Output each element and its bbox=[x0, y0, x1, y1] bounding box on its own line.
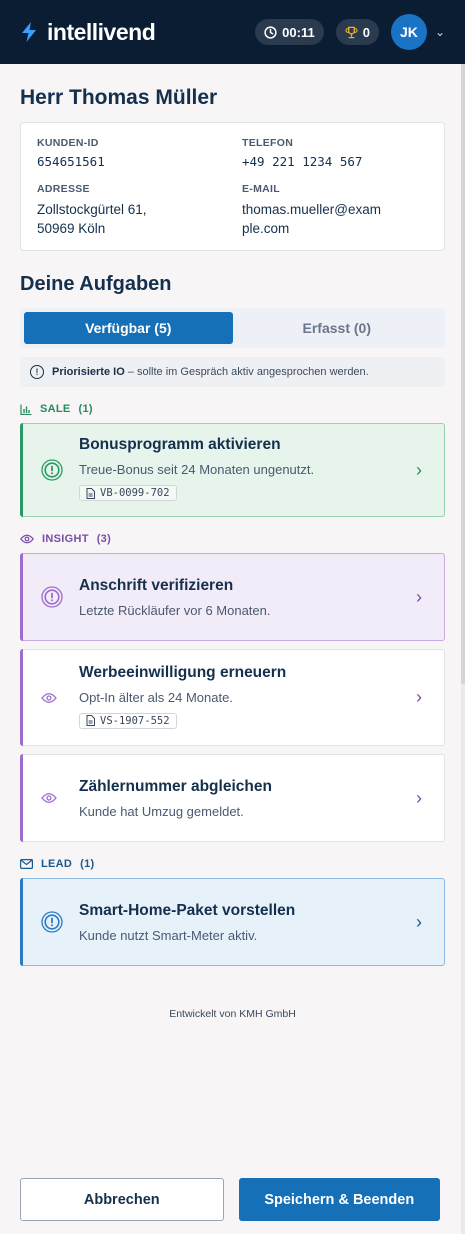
chevron-right-icon: › bbox=[416, 787, 422, 808]
brand-name: intellivend bbox=[47, 18, 156, 45]
trophy-icon bbox=[345, 26, 358, 38]
task-title: Smart-Home-Paket vorstellen bbox=[79, 901, 296, 919]
group-header-insight: INSIGHT (3) bbox=[20, 533, 445, 545]
main-content: Herr Thomas Müller KUNDEN-ID 654651561 T… bbox=[0, 64, 465, 1020]
top-bar: intellivend 00:11 0 JK ⌄ bbox=[0, 0, 465, 64]
brand-logo[interactable]: intellivend bbox=[20, 18, 156, 46]
document-icon bbox=[86, 487, 95, 499]
bar-chart-icon bbox=[20, 404, 32, 415]
envelope-icon bbox=[20, 859, 33, 869]
customer-name: Herr Thomas Müller bbox=[20, 86, 218, 109]
task-card-anschrift[interactable]: Anschrift verifizieren Letzte Rückläufer… bbox=[20, 553, 445, 641]
address-label: ADRESSE bbox=[37, 183, 90, 195]
call-timer: 00:11 bbox=[255, 19, 324, 45]
customer-info-card: KUNDEN-ID 654651561 TELEFON +49 221 1234… bbox=[20, 122, 445, 251]
trophy-counter[interactable]: 0 bbox=[335, 19, 379, 45]
task-subtitle: Opt-In älter als 24 Monate. bbox=[79, 689, 233, 705]
user-avatar[interactable]: JK bbox=[390, 14, 427, 50]
email-label: E-MAIL bbox=[242, 183, 280, 195]
priority-alert-icon bbox=[41, 586, 63, 608]
avatar-initials: JK bbox=[399, 24, 418, 40]
group-header-sale: SALE (1) bbox=[20, 403, 445, 415]
task-card-bonusprogramm[interactable]: Bonusprogramm aktivieren Treue-Bonus sei… bbox=[20, 423, 445, 517]
task-card-werbeeinwilligung[interactable]: Werbeeinwilligung erneuern Opt-In älter … bbox=[20, 649, 445, 746]
email-line2: ple.com bbox=[242, 221, 290, 236]
eye-icon bbox=[41, 793, 57, 803]
task-reference-badge: VB-0099-702 bbox=[79, 485, 177, 502]
clock-icon bbox=[264, 25, 277, 39]
email-field: E-MAIL thomas.mueller@exam ple.com bbox=[242, 183, 428, 238]
task-reference: VB-0099-702 bbox=[100, 487, 170, 500]
group-label-sale: SALE bbox=[40, 403, 71, 415]
task-reference-badge: VS-1907-552 bbox=[79, 712, 177, 729]
group-count-insight: (3) bbox=[96, 533, 112, 545]
document-icon bbox=[86, 715, 95, 727]
group-header-lead: LEAD (1) bbox=[20, 858, 445, 870]
customer-id-value: 654651561 bbox=[37, 154, 105, 169]
action-bar: Abbrechen Speichern & Beenden bbox=[20, 1178, 440, 1221]
task-subtitle: Treue-Bonus seit 24 Monaten ungenutzt. bbox=[79, 462, 315, 478]
eye-icon bbox=[41, 692, 57, 703]
phone-value: +49 221 1234 567 bbox=[242, 154, 363, 169]
chevron-right-icon: › bbox=[416, 911, 422, 932]
developer-note: Entwickelt von KMH GmbH bbox=[169, 1008, 296, 1020]
phone-field: TELEFON +49 221 1234 567 bbox=[242, 137, 428, 169]
task-reference: VS-1907-552 bbox=[100, 714, 170, 727]
address-line2: 50969 Köln bbox=[37, 221, 106, 236]
tasks-title: Deine Aufgaben bbox=[20, 273, 172, 295]
tab-captured[interactable]: Erfasst (0) bbox=[233, 312, 442, 344]
scrollbar[interactable] bbox=[461, 64, 465, 1234]
info-icon: ! bbox=[30, 365, 44, 379]
notice-text: Priorisierte IO – sollte im Gespräch akt… bbox=[52, 366, 369, 378]
task-card-smart-home[interactable]: Smart-Home-Paket vorstellen Kunde nutzt … bbox=[20, 878, 445, 966]
lightning-icon bbox=[22, 22, 36, 42]
task-title: Werbeeinwilligung erneuern bbox=[79, 663, 287, 681]
save-and-finish-button[interactable]: Speichern & Beenden bbox=[238, 1178, 440, 1221]
notice-bold: Priorisierte IO bbox=[52, 366, 125, 378]
customer-id-field: KUNDEN-ID 654651561 bbox=[37, 137, 242, 169]
group-label-insight: INSIGHT bbox=[42, 533, 89, 545]
timer-value: 00:11 bbox=[282, 24, 315, 40]
chevron-right-icon: › bbox=[416, 687, 422, 707]
chevron-right-icon: › bbox=[416, 459, 422, 480]
task-title: Bonusprogramm aktivieren bbox=[79, 436, 281, 454]
email-line1: thomas.mueller@exam bbox=[242, 202, 382, 217]
eye-icon bbox=[20, 534, 34, 544]
task-card-zaehlernummer[interactable]: Zählernummer abgleichen Kunde hat Umzug … bbox=[20, 754, 445, 842]
priority-alert-icon bbox=[41, 459, 63, 481]
task-subtitle: Letzte Rückläufer vor 6 Monaten. bbox=[79, 602, 271, 618]
task-subtitle: Kunde nutzt Smart-Meter aktiv. bbox=[79, 927, 258, 943]
address-line1: Zollstockgürtel 61, bbox=[37, 202, 147, 217]
group-count-lead: (1) bbox=[80, 858, 95, 870]
priority-notice: ! Priorisierte IO – sollte im Gespräch a… bbox=[20, 357, 445, 387]
priority-alert-icon bbox=[41, 911, 63, 933]
task-title: Anschrift verifizieren bbox=[79, 576, 234, 594]
task-subtitle: Kunde hat Umzug gemeldet. bbox=[79, 803, 244, 819]
notice-rest: – sollte im Gespräch aktiv angesprochen … bbox=[124, 366, 369, 378]
cancel-button[interactable]: Abbrechen bbox=[20, 1178, 224, 1221]
trophy-count: 0 bbox=[362, 24, 370, 40]
task-tabs: Verfügbar (5) Erfasst (0) bbox=[20, 308, 445, 348]
address-field: ADRESSE Zollstockgürtel 61, 50969 Köln bbox=[37, 183, 242, 238]
tab-available[interactable]: Verfügbar (5) bbox=[24, 312, 233, 344]
chevron-down-icon[interactable]: ⌄ bbox=[435, 25, 445, 39]
customer-id-label: KUNDEN-ID bbox=[37, 137, 99, 149]
group-count-sale: (1) bbox=[78, 403, 93, 415]
task-title: Zählernummer abgleichen bbox=[79, 777, 272, 795]
chevron-right-icon: › bbox=[416, 586, 422, 607]
phone-label: TELEFON bbox=[242, 137, 294, 149]
group-label-lead: LEAD bbox=[41, 858, 73, 870]
